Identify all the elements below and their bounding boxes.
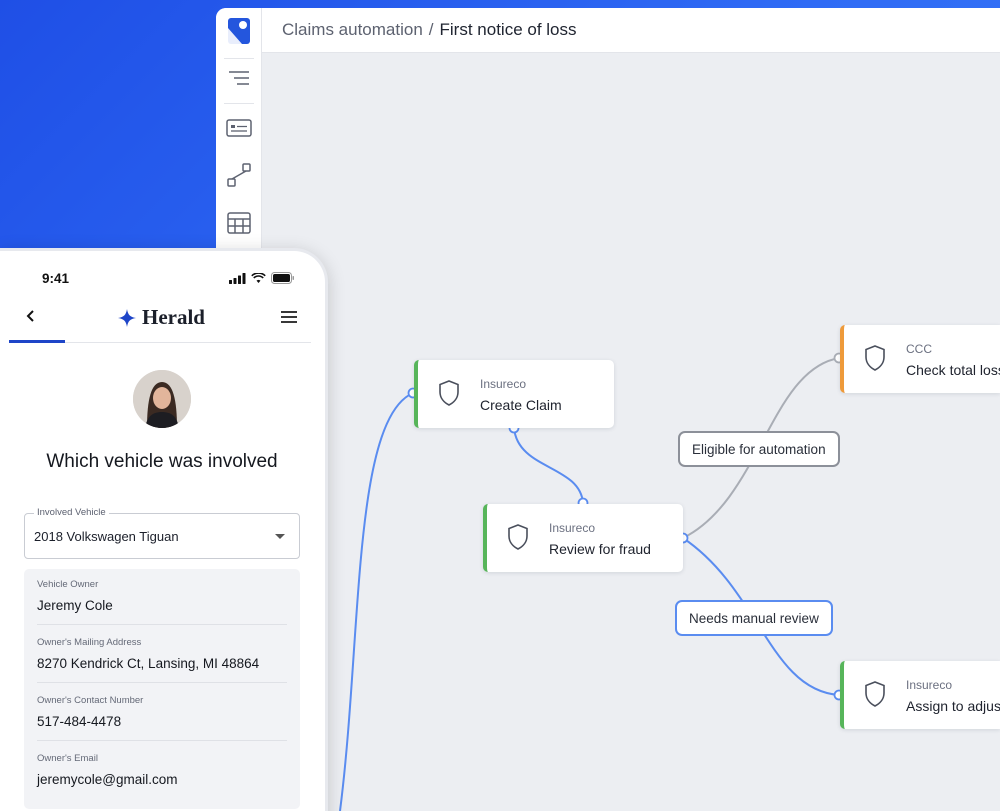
node-assign-adjuster[interactable]: Insureco Assign to adjuster xyxy=(840,661,1000,729)
herald-logo: Herald xyxy=(118,305,205,330)
detail-row: Owner's Email jeremycole@gmail.com xyxy=(37,753,287,787)
detail-row: Owner's Mailing Address 8270 Kendrick Ct… xyxy=(37,637,287,683)
avatar xyxy=(133,370,191,428)
shield-icon xyxy=(508,524,528,550)
back-button[interactable] xyxy=(26,307,36,328)
breadcrumb-root[interactable]: Claims automation xyxy=(282,20,423,40)
node-title: Create Claim xyxy=(480,397,562,413)
menu-button[interactable] xyxy=(281,310,297,328)
node-provider: CCC xyxy=(906,342,932,356)
shield-icon xyxy=(865,681,885,707)
breadcrumb: Claims automation / First notice of loss xyxy=(262,8,1000,53)
signal-icon xyxy=(229,272,246,284)
detail-label: Owner's Contact Number xyxy=(37,695,144,706)
brand-logo[interactable] xyxy=(228,18,250,49)
caret-down-icon xyxy=(275,534,285,539)
node-title: Assign to adjuster xyxy=(906,698,1000,714)
node-check-total-loss[interactable]: CCC Check total loss xyxy=(840,325,1000,393)
condition-eligible-pill[interactable]: Eligible for automation xyxy=(678,431,840,467)
phone-mockup: 9:41 Herald Which vehicle was involved I… xyxy=(0,248,328,811)
node-title: Review for fraud xyxy=(549,541,651,557)
node-provider: Insureco xyxy=(906,678,953,692)
node-provider: Insureco xyxy=(480,377,527,391)
hamburger-icon xyxy=(281,311,297,323)
card-icon[interactable] xyxy=(225,114,253,142)
wifi-icon xyxy=(251,272,266,283)
vehicle-select[interactable]: Involved Vehicle 2018 Volkswagen Tiguan xyxy=(24,507,300,559)
condition-manual-pill[interactable]: Needs manual review xyxy=(675,600,833,636)
battery-icon xyxy=(271,272,294,284)
sparkle-icon xyxy=(118,308,136,327)
detail-label: Owner's Mailing Address xyxy=(37,637,142,648)
breadcrumb-separator: / xyxy=(428,20,434,39)
detail-value: Jeremy Cole xyxy=(37,598,113,613)
table-icon[interactable] xyxy=(225,209,253,237)
detail-label: Vehicle Owner xyxy=(37,579,99,590)
status-time: 9:41 xyxy=(42,271,70,286)
progress-indicator xyxy=(9,340,65,343)
node-provider: Insureco xyxy=(549,521,596,535)
node-review-fraud[interactable]: Insureco Review for fraud xyxy=(483,504,683,572)
node-title: Check total loss xyxy=(906,362,1000,378)
vehicle-select-label: Involved Vehicle xyxy=(34,507,109,518)
workflow-icon[interactable] xyxy=(225,161,253,189)
question-heading: Which vehicle was involved xyxy=(46,451,278,472)
brand-name: Herald xyxy=(142,305,205,329)
node-create-claim[interactable]: Insureco Create Claim xyxy=(414,360,614,428)
chevron-left-icon xyxy=(26,310,34,322)
owner-details-card: Vehicle Owner Jeremy Cole Owner's Mailin… xyxy=(24,569,300,809)
vehicle-select-value: 2018 Volkswagen Tiguan xyxy=(34,529,179,544)
status-icons xyxy=(229,272,295,284)
detail-value: 517-484-4478 xyxy=(37,714,122,729)
shield-icon xyxy=(865,345,885,371)
detail-value: jeremycole@gmail.com xyxy=(37,772,178,787)
detail-value: 8270 Kendrick Ct, Lansing, MI 48864 xyxy=(37,656,260,671)
outline-icon[interactable] xyxy=(225,64,253,92)
detail-label: Owner's Email xyxy=(37,753,98,764)
page-title: First notice of loss xyxy=(439,20,577,39)
shield-icon xyxy=(439,380,459,406)
detail-row: Vehicle Owner Jeremy Cole xyxy=(37,579,287,625)
detail-row: Owner's Contact Number 517-484-4478 xyxy=(37,695,287,741)
